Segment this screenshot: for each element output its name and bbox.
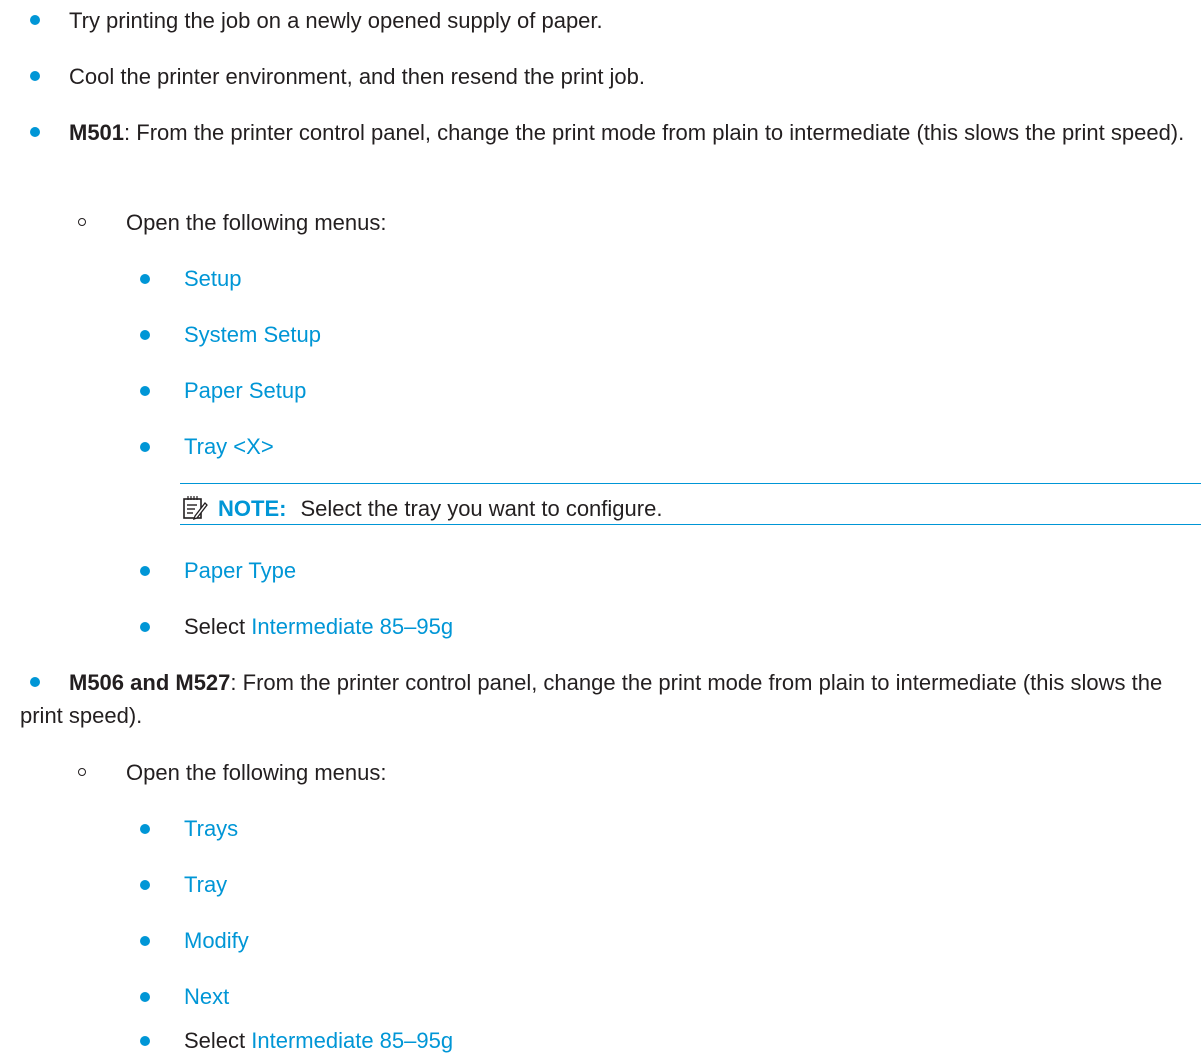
menu-item-tray[interactable]: Tray [184, 868, 227, 901]
list-item-m501: M501: From the printer control panel, ch… [20, 116, 1195, 149]
menu-item-intermediate[interactable]: Intermediate 85–95g [251, 1028, 453, 1053]
note-bottom-rule [180, 524, 1201, 525]
menu-item-system-setup[interactable]: System Setup [184, 318, 321, 351]
bullet-icon [140, 386, 150, 396]
sub-list-item: Open the following menus: [126, 210, 387, 235]
menu-item-tray-x[interactable]: Tray <X> [184, 430, 274, 463]
select-step: Select Intermediate 85–95g [184, 1024, 453, 1057]
note-top-rule [180, 483, 1201, 484]
model-label: M506 and M527 [69, 670, 231, 695]
bullet-icon [140, 992, 150, 1002]
menu-item-setup[interactable]: Setup [184, 262, 242, 295]
select-prefix: Select [184, 1028, 246, 1053]
bullet-icon [140, 622, 150, 632]
menu-item-modify[interactable]: Modify [184, 924, 249, 957]
bullet-icon [30, 15, 40, 25]
ring-bullet-icon [78, 768, 86, 776]
note-icon [182, 494, 208, 526]
bullet-icon [140, 330, 150, 340]
menu-item-intermediate[interactable]: Intermediate 85–95g [251, 614, 453, 639]
menu-item-next[interactable]: Next [184, 980, 229, 1013]
ring-bullet-icon [78, 218, 86, 226]
note: NOTE: Select the tray you want to configu… [218, 492, 662, 525]
bullet-icon [140, 442, 150, 452]
list-item-text: : From the printer control panel, change… [124, 120, 1185, 145]
list-item: Cool the printer environment, and then r… [69, 64, 646, 89]
sub-list-item: Open the following menus: [126, 760, 387, 785]
bullet-icon [140, 566, 150, 576]
note-label: NOTE: [218, 496, 287, 521]
note-text: Select the tray you want to configure. [300, 496, 663, 521]
model-label: M501 [69, 120, 125, 145]
bullet-icon [140, 274, 150, 284]
list-item-m506-m527: M506 and M527: From the printer control … [20, 666, 1195, 732]
menu-item-paper-type[interactable]: Paper Type [184, 554, 296, 587]
bullet-icon [140, 880, 150, 890]
menu-item-paper-setup[interactable]: Paper Setup [184, 374, 306, 407]
select-step: Select Intermediate 85–95g [184, 610, 453, 643]
bullet-icon [140, 824, 150, 834]
list-item: Try printing the job on a newly opened s… [69, 8, 603, 33]
bullet-icon [30, 71, 40, 81]
bullet-icon [140, 1036, 150, 1046]
bullet-icon [140, 936, 150, 946]
menu-item-trays[interactable]: Trays [184, 812, 238, 845]
select-prefix: Select [184, 614, 246, 639]
